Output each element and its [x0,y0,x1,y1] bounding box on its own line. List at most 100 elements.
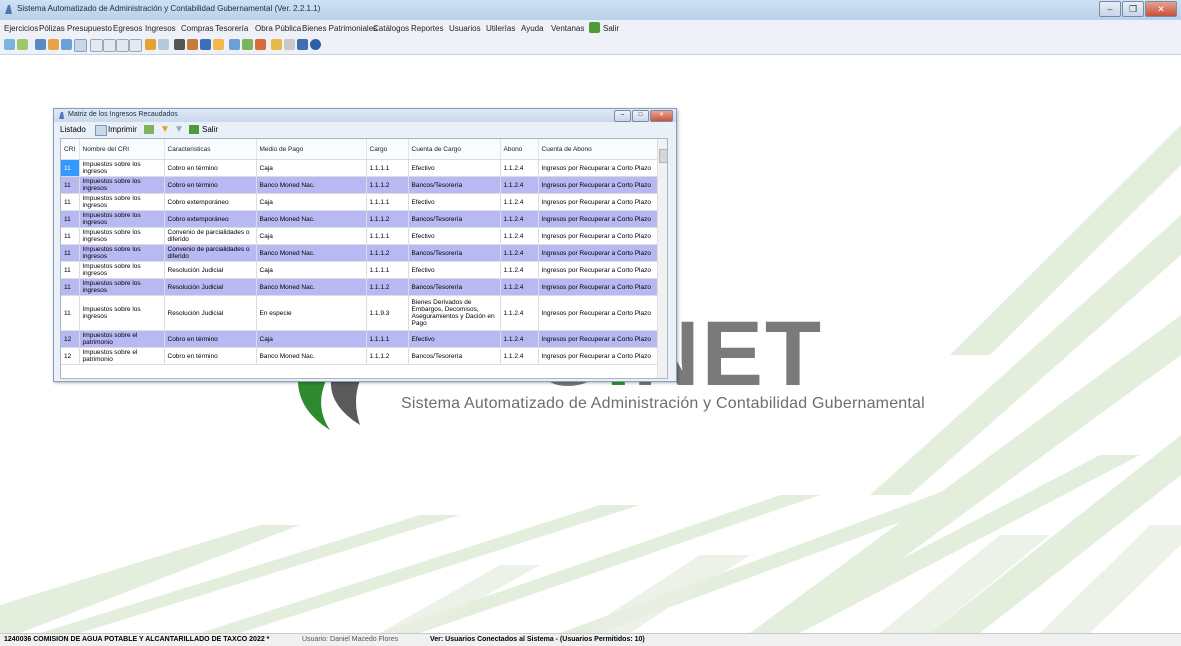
cell-cuenta-abono[interactable]: Ingresos por Recuperar a Corto Plazo [538,193,659,211]
report-f-icon[interactable] [129,39,142,52]
cell-cuenta-cargo[interactable]: Efectivo [408,330,501,348]
cell-caracteristica[interactable]: Cobro en término [164,330,257,348]
cell-cuenta-cargo[interactable]: Efectivo [408,261,501,279]
cell-nombre[interactable]: Impuestos sobre los ingresos [79,176,165,194]
cell-cuenta-abono[interactable]: Ingresos por Recuperar a Corto Plazo [538,176,659,194]
cell-caracteristica[interactable]: Cobro en término [164,347,257,365]
cell-cargo[interactable]: 1.1.1.1 [366,159,409,177]
col-abono[interactable]: Abono [500,139,539,160]
cell-abono[interactable]: 1.1.2.4 [500,330,539,348]
col-cuenta-abono[interactable]: Cuenta de Abono [538,139,659,160]
building-icon[interactable] [174,39,185,50]
cell-cargo[interactable]: 1.1.1.1 [366,227,409,245]
cell-nombre[interactable]: Impuestos sobre los ingresos [79,295,165,331]
cell-cuenta-abono[interactable]: Ingresos por Recuperar a Corto Plazo [538,244,659,262]
table-row[interactable]: 11 Impuestos sobre los ingresos Cobro ex… [61,193,659,211]
cell-medio[interactable]: Banco Moned Nac. [256,210,367,228]
table-row[interactable]: 12 Impuestos sobre el patrimonio Cobro e… [61,347,659,365]
menu-reportes[interactable]: Reportes [411,24,443,33]
cell-cri[interactable]: 11 [61,261,80,279]
filter-icon[interactable]: ▼ [160,124,170,135]
cell-cuenta-cargo[interactable]: Bancos/Tesorería [408,244,501,262]
menu-compras[interactable]: Compras [181,24,213,33]
table-row[interactable]: 11 Impuestos sobre los ingresos Convenio… [61,227,659,245]
user-icon[interactable] [229,39,240,50]
cell-cuenta-cargo[interactable]: Efectivo [408,159,501,177]
cell-abono[interactable]: 1.1.2.4 [500,347,539,365]
cell-cuenta-abono[interactable]: Ingresos por Recuperar a Corto Plazo [538,347,659,365]
box2-icon[interactable] [213,39,224,50]
cell-cuenta-cargo[interactable]: Bienes Derivados de Embargos, Decomisos,… [408,295,501,331]
menu-ejercicios[interactable]: Ejercicios [4,24,38,33]
cell-cuenta-abono[interactable]: Ingresos por Recuperar a Corto Plazo [538,227,659,245]
col-caracteristicas[interactable]: Caracteristicas [164,139,257,160]
menu-utilerias[interactable]: Utilerías [486,24,515,33]
export-icon[interactable] [144,125,154,134]
cell-nombre[interactable]: Impuestos sobre el patrimonio [79,347,165,365]
cell-nombre[interactable]: Impuestos sobre los ingresos [79,227,165,245]
table-row[interactable]: 12 Impuestos sobre el patrimonio Cobro e… [61,330,659,348]
cell-medio[interactable]: Caja [256,159,367,177]
listado-button[interactable]: Listado [60,125,86,134]
menu-bienes-patrimoniales[interactable]: Bienes Patrimoniales [302,24,377,33]
cell-nombre[interactable]: Impuestos sobre los ingresos [79,244,165,262]
cell-medio[interactable]: Banco Moned Nac. [256,176,367,194]
hierarchy-icon[interactable] [271,39,282,50]
cell-cargo[interactable]: 1.1.1.2 [366,176,409,194]
col-cuenta-cargo[interactable]: Cuenta de Cargo [408,139,501,160]
document-icon[interactable] [17,39,28,50]
cell-caracteristica[interactable]: Cobro en término [164,159,257,177]
cell-abono[interactable]: 1.1.2.4 [500,261,539,279]
cell-caracteristica[interactable]: Resolución Judicial [164,295,257,331]
menu-usuarios[interactable]: Usuarios [449,24,481,33]
cell-medio[interactable]: Banco Moned Nac. [256,244,367,262]
cell-cuenta-cargo[interactable]: Efectivo [408,193,501,211]
cell-cargo[interactable]: 1.1.9.3 [366,295,409,331]
cell-abono[interactable]: 1.1.2.4 [500,295,539,331]
cell-cargo[interactable]: 1.1.1.1 [366,261,409,279]
cell-cri[interactable]: 11 [61,176,80,194]
cell-nombre[interactable]: Impuestos sobre los ingresos [79,261,165,279]
cell-nombre[interactable]: Impuestos sobre los ingresos [79,193,165,211]
cell-cri[interactable]: 11 [61,278,80,296]
scrollbar-thumb[interactable] [659,149,667,163]
cell-cuenta-abono[interactable]: Ingresos por Recuperar a Corto Plazo [538,278,659,296]
cell-nombre[interactable]: Impuestos sobre el patrimonio [79,330,165,348]
cell-caracteristica[interactable]: Cobro extemporáneo [164,193,257,211]
cell-cuenta-cargo[interactable]: Bancos/Tesorería [408,176,501,194]
cell-cri[interactable]: 11 [61,227,80,245]
report-a-icon[interactable] [116,39,129,52]
cell-cri[interactable]: 11 [61,295,80,331]
truck-icon[interactable] [187,39,198,50]
cell-nombre[interactable]: Impuestos sobre los ingresos [79,278,165,296]
child-minimize-button[interactable]: – [614,110,631,122]
cell-nombre[interactable]: Impuestos sobre los ingresos [79,210,165,228]
connected-users-link[interactable]: Ver: Usuarios Conectados al Sistema - (U… [430,636,645,643]
child-restore-button[interactable]: □ [632,110,649,122]
box-icon[interactable] [145,39,156,50]
menu-catalogos[interactable]: Catálogos [373,24,409,33]
tools-icon[interactable] [158,39,169,50]
cell-medio[interactable]: Caja [256,193,367,211]
cell-caracteristica[interactable]: Resolución Judicial [164,278,257,296]
monitor-icon[interactable] [297,39,308,50]
col-nombre-cri[interactable]: Nombre del CRI [79,139,165,160]
cell-caracteristica[interactable]: Resolución Judicial [164,261,257,279]
cell-cri[interactable]: 12 [61,347,80,365]
menu-tesoreria[interactable]: Tesorería [215,24,248,33]
chart-icon[interactable] [242,39,253,50]
cell-medio[interactable]: En especie [256,295,367,331]
table-row[interactable]: 11 Impuestos sobre los ingresos Resoluci… [61,295,659,331]
restore-button[interactable]: ❐ [1122,1,1144,17]
shield-icon[interactable] [255,39,266,50]
col-cargo[interactable]: Cargo [366,139,409,160]
vertical-scrollbar[interactable] [657,139,667,378]
table-row[interactable]: 11 Impuestos sobre los ingresos Convenio… [61,244,659,262]
help-icon[interactable] [310,39,321,50]
cell-cri[interactable]: 12 [61,330,80,348]
cell-cuenta-cargo[interactable]: Bancos/Tesorería [408,210,501,228]
col-medio-pago[interactable]: Medio de Pago [256,139,367,160]
cell-cri[interactable]: 11 [61,159,80,177]
cell-cargo[interactable]: 1.1.1.1 [366,330,409,348]
menu-obra-publica[interactable]: Obra Pública [255,24,301,33]
